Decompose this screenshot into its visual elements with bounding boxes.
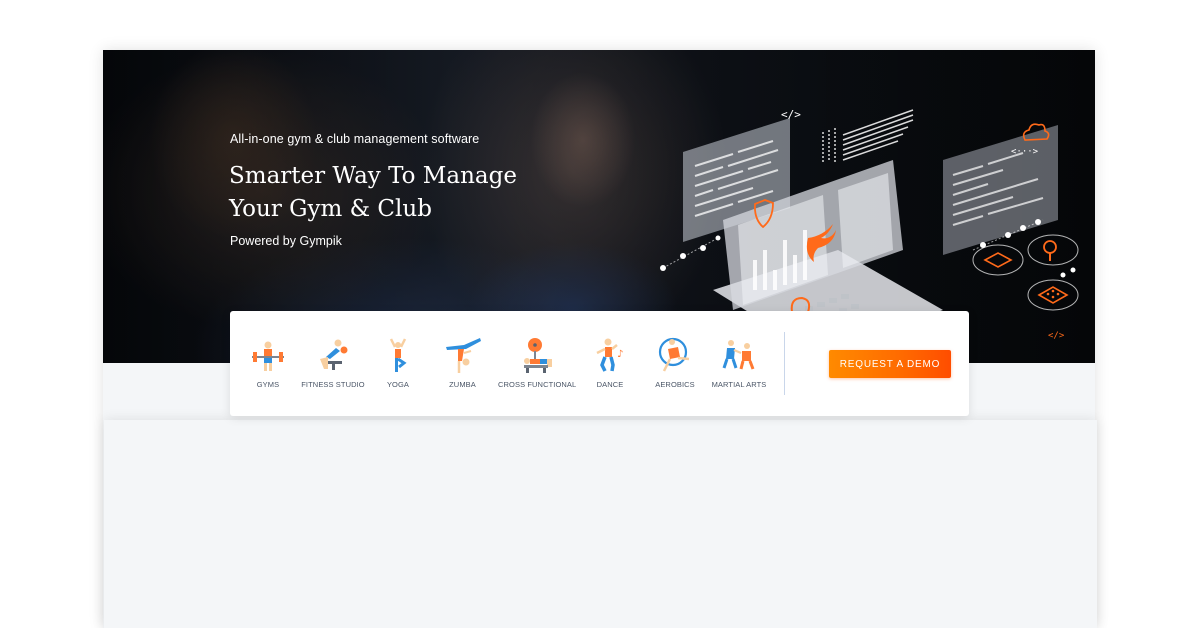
svg-text:♪: ♪ — [617, 349, 623, 360]
hero-powered-by: Powered by Gympik — [230, 234, 342, 248]
category-list: GYMS FITNESS STUDIO YOGA ZUMBA CROSS FUN… — [230, 311, 785, 416]
category-fitness-studio[interactable]: FITNESS STUDIO — [300, 311, 366, 416]
hero-title: Smarter Way To Manage Your Gym & Club — [229, 160, 549, 226]
category-yoga[interactable]: YOGA — [368, 311, 428, 416]
card-divider — [784, 332, 785, 395]
yoga-icon — [389, 338, 407, 372]
category-label: CROSS FUNCTIONAL — [498, 380, 577, 389]
code-tag-orange-icon: </> — [1048, 331, 1065, 341]
code-panel-right: <···> — [943, 123, 1058, 255]
hero-kicker: All-in-one gym & club management softwar… — [230, 132, 480, 146]
category-martial-arts[interactable]: MARTIAL ARTS — [708, 311, 770, 416]
fitness-bench-icon — [320, 339, 348, 370]
mail-icon — [972, 244, 1024, 276]
category-zumba[interactable]: ZUMBA — [430, 311, 495, 416]
category-cross-functional[interactable]: CROSS FUNCTIONAL — [498, 311, 576, 416]
hero-title-line-2: Your Gym & Club — [229, 196, 432, 222]
category-label: MARTIAL ARTS — [711, 380, 767, 389]
category-label: AEROBICS — [655, 380, 695, 389]
weightlifter-icon — [252, 341, 284, 371]
arrows-icon: <···> — [1011, 147, 1039, 157]
bench-press-icon — [524, 338, 552, 373]
category-label: FITNESS STUDIO — [301, 380, 365, 389]
zumba-icon — [445, 338, 481, 373]
category-aerobics[interactable]: AEROBICS — [644, 311, 706, 416]
grid-icon — [1027, 279, 1079, 311]
page-content-area — [104, 420, 1097, 628]
dancer-icon: ♪ — [596, 338, 623, 372]
category-card: GYMS FITNESS STUDIO YOGA ZUMBA CROSS FUN… — [230, 311, 969, 416]
category-dance[interactable]: ♪ DANCE — [580, 311, 640, 416]
category-label: ZUMBA — [449, 380, 476, 389]
hero-title-line-1: Smarter Way To Manage — [229, 163, 517, 189]
request-demo-button[interactable]: REQUEST A DEMO — [829, 350, 951, 378]
category-label: DANCE — [596, 380, 624, 389]
code-tag-icon: </> — [781, 108, 801, 121]
martial-arts-icon — [722, 340, 755, 370]
category-label: YOGA — [386, 380, 410, 389]
data-stripes — [822, 109, 914, 162]
search-icon — [1027, 234, 1079, 266]
hoop-icon — [658, 337, 690, 372]
category-gyms[interactable]: GYMS — [238, 311, 298, 416]
category-label: GYMS — [256, 380, 280, 389]
